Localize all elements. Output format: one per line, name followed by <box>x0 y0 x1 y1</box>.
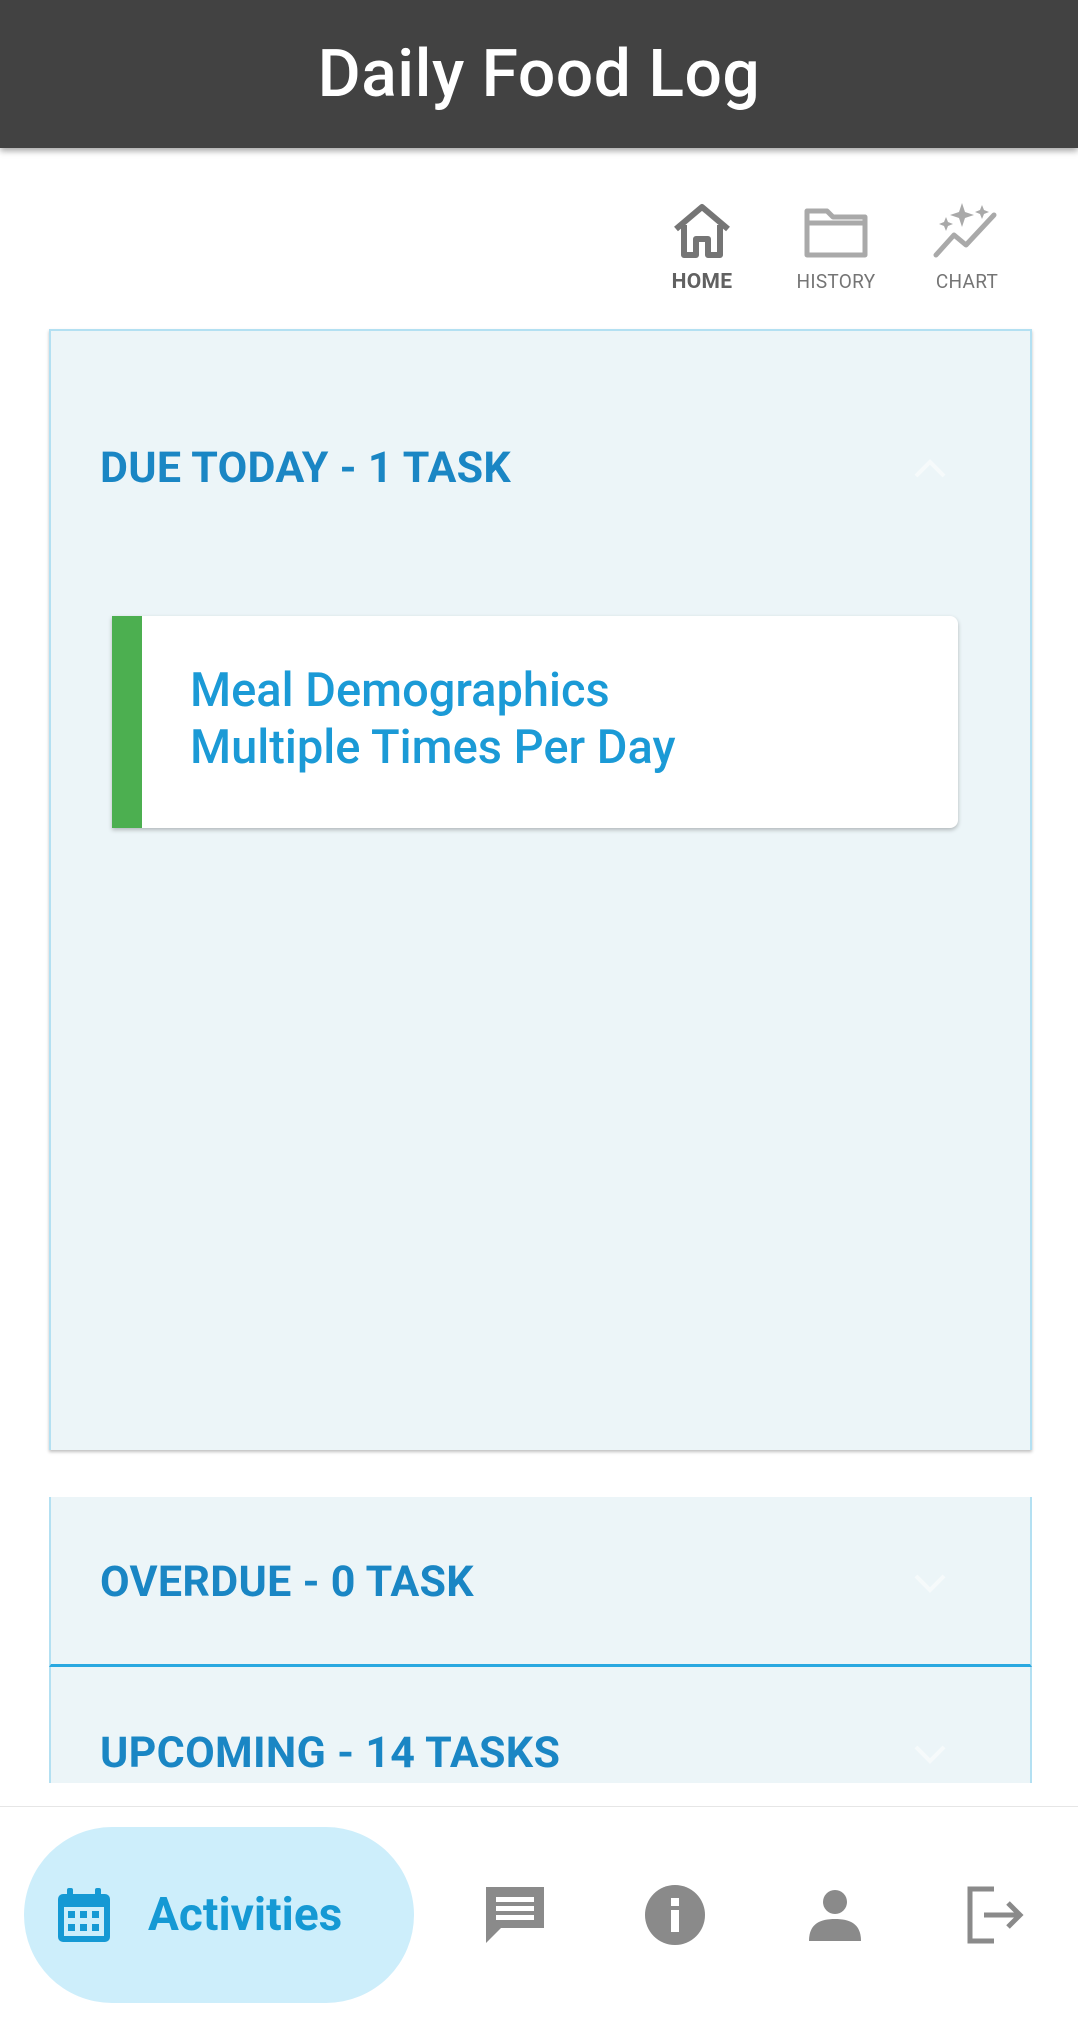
app-bar: Daily Food Log <box>0 0 1078 148</box>
task-title-line-1: Meal Demographics <box>190 663 610 718</box>
tab-chart-label: CHART <box>935 270 999 293</box>
overdue-panel: OVERDUE - 0 TASK <box>49 1497 1032 1667</box>
tab-chart[interactable]: CHART <box>912 198 1022 293</box>
logout-button[interactable] <box>961 1880 1031 1950</box>
overdue-header[interactable]: OVERDUE - 0 TASK <box>100 1552 474 1612</box>
tab-home[interactable]: HOME <box>647 198 757 294</box>
chevron-up-icon[interactable] <box>908 446 952 490</box>
due-today-panel: DUE TODAY - 1 TASK Meal Demographics Mul… <box>49 329 1032 1450</box>
tab-home-label: HOME <box>671 270 733 294</box>
home-icon <box>647 198 757 264</box>
app-title: Daily Food Log <box>317 35 761 113</box>
upcoming-panel: UPCOMING - 14 TASKS <box>49 1667 1032 1783</box>
task-title: Meal Demographics Multiple Times Per Day <box>190 662 675 776</box>
task-title-line-2: Multiple Times Per Day <box>190 720 676 775</box>
activities-tab[interactable]: Activities <box>24 1827 414 2003</box>
bottom-nav: Activities <box>0 1806 1078 2023</box>
task-card[interactable]: Meal Demographics Multiple Times Per Day <box>112 616 958 828</box>
folder-icon <box>781 198 891 264</box>
due-today-header[interactable]: DUE TODAY - 1 TASK <box>100 438 511 498</box>
profile-button[interactable] <box>800 1880 870 1950</box>
message-icon <box>486 1887 544 1943</box>
tab-history[interactable]: HISTORY <box>781 198 891 293</box>
info-button[interactable] <box>640 1880 710 1950</box>
upcoming-header[interactable]: UPCOMING - 14 TASKS <box>100 1723 560 1783</box>
person-icon <box>809 1890 861 1941</box>
chevron-down-icon[interactable] <box>908 1560 952 1604</box>
logout-icon <box>967 1886 1024 1944</box>
chart-sparkle-icon <box>912 198 1022 264</box>
tab-history-label: HISTORY <box>796 270 876 293</box>
calendar-icon <box>58 1888 110 1942</box>
info-icon <box>645 1885 705 1945</box>
chevron-down-icon[interactable] <box>908 1731 952 1775</box>
top-nav: HOME HISTORY CHART <box>0 198 1078 298</box>
messages-button[interactable] <box>480 1880 550 1950</box>
activities-label: Activities <box>148 1888 343 1942</box>
